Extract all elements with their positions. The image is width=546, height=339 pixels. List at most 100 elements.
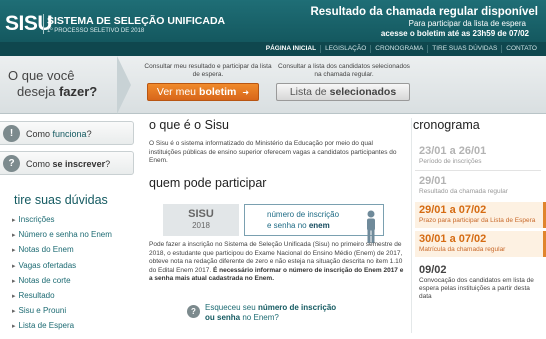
nav-legislation[interactable]: LEGISLAÇÃO [320, 45, 370, 53]
inscricao-line-2-text: e senha no [267, 221, 307, 230]
bullet-icon: ▸ [12, 262, 16, 270]
faq-item-inscricoes[interactable]: ▸ Inscrições [12, 212, 112, 227]
como-funciona-button[interactable]: ! Como funciona? [0, 121, 134, 145]
schedule-desc: Resultado da chamada regular [419, 188, 508, 195]
schedule-item-active: 29/01 a 07/02 Prazo para participar da L… [415, 202, 546, 228]
system-name: SISTEMA DE SELEÇÃO UNIFICADA [47, 15, 226, 27]
sisu-box-label: SISU [188, 208, 214, 220]
schedule-item: 23/01 a 26/01 Período de inscrições [415, 143, 546, 168]
inscricao-senha-box: número de inscrição e senha no enem [244, 204, 384, 236]
selecionados-description: Consultar a lista dos candidatos selecio… [278, 63, 410, 78]
faq-item-label: Notas de corte [18, 275, 71, 285]
faq-item-lista-espera[interactable]: ▸ Lista de Espera [12, 318, 112, 333]
lista-selecionados-bold: selecionados [329, 86, 397, 98]
como-se-inscrever-bold: se inscrever [52, 159, 106, 169]
inscricao-line-1: número de inscrição [267, 210, 340, 219]
who-can-participate-heading: quem pode participar [149, 176, 267, 190]
logo-divider [43, 14, 44, 34]
main-nav: PÁGINA INICIAL LEGISLAÇÃO CRONOGRAMA TIR… [0, 42, 546, 56]
ver-boletim-label: Ver meu [156, 86, 197, 98]
schedule-heading: cronograma [413, 118, 480, 132]
bullet-icon: ▸ [12, 247, 16, 255]
nav-home[interactable]: PÁGINA INICIAL [262, 45, 320, 53]
faq-item-numero-senha[interactable]: ▸ Número e senha no Enem [12, 227, 112, 242]
banner-question-line-1: O que você [8, 68, 75, 83]
faq-item-resultado[interactable]: ▸ Resultado [12, 288, 112, 303]
banner-q2-bold: fazer? [58, 84, 98, 99]
action-banner: O que você deseja fazer? Consultar meu r… [0, 56, 546, 114]
inscricao-line-2-bold: enem [308, 221, 330, 230]
forgot-line-2-text: no Enem? [242, 313, 279, 322]
faq-item-label: Vagas ofertadas [18, 260, 77, 270]
faq-item-label: Número e senha no Enem [18, 230, 112, 240]
sisu-box-year: 2018 [192, 221, 210, 230]
como-funciona-bold: funciona [52, 129, 87, 139]
faq-item-sisu-prouni[interactable]: ▸ Sisu e Prouni [12, 303, 112, 318]
lista-selecionados-button[interactable]: Lista de selecionados [276, 83, 410, 101]
schedule-divider [415, 170, 541, 171]
forgot-line-2: ou senha no Enem? [205, 313, 279, 322]
nav-schedule[interactable]: CRONOGRAMA [370, 45, 427, 53]
banner-q2-text: deseja [17, 84, 56, 99]
forgot-line-1-bold: número de inscrição [257, 303, 337, 312]
schedule-date: 29/01 a 07/02 [419, 204, 487, 216]
faq-item-label: Lista de Espera [18, 321, 75, 331]
schedule-desc: Período de inscrições [419, 158, 482, 165]
faq-item-label: Notas do Enem [18, 245, 74, 255]
lista-selecionados-label: Lista de [289, 86, 327, 98]
schedule-desc: Matrícula da chamada regular [419, 246, 506, 253]
faq-item-label: Resultado [18, 290, 55, 300]
nav-contact[interactable]: CONTATO [501, 45, 541, 53]
who-can-participate-text: Pode fazer a inscrição no Sistema de Sel… [149, 241, 404, 284]
bullet-icon: ▸ [12, 323, 16, 331]
faq-item-label: Inscrições [18, 215, 55, 224]
announcement-line-1: Para participar da lista de espera [408, 19, 526, 28]
schedule-date: 30/01 a 07/02 [419, 233, 487, 245]
como-funciona-pre: Como [26, 129, 51, 139]
como-se-inscrever-pre: Como [26, 159, 51, 169]
chevron-right-icon: ➜ [242, 87, 250, 97]
bullet-icon: ▸ [12, 292, 16, 300]
faq-title: tire suas dúvidas [14, 193, 108, 207]
faq-list: ▸ Inscrições ▸ Número e senha no Enem ▸ Not… [12, 212, 112, 334]
schedule-item: 09/02 Convocação dos candidatos em lista… [415, 262, 546, 304]
como-se-inscrever-button[interactable]: ? Como se inscrever? [0, 151, 134, 175]
ver-boletim-bold: boletim [199, 86, 237, 98]
forgot-line-1: Esqueceu seu número de inscrição [205, 303, 336, 312]
faq-item-notas-corte[interactable]: ▸ Notas de corte [12, 273, 112, 288]
person-icon [367, 210, 375, 243]
schedule-desc: Convocação dos candidatos em lista de es… [419, 277, 534, 300]
question-icon: ? [187, 305, 200, 318]
bullet-icon: ▸ [12, 308, 16, 316]
announcement-title: Resultado da chamada regular disponível [310, 6, 538, 18]
announcement-line-2: acesse o boletim até as 23h59 de 07/02 [380, 29, 529, 38]
banner-question-line-2: deseja fazer? [17, 84, 97, 99]
como-se-inscrever-post: ? [105, 159, 111, 169]
faq-item-notas-enem[interactable]: ▸ Notas do Enem [12, 242, 112, 257]
what-is-sisu-text: O Sisu é o sistema informatizado do Mini… [149, 140, 397, 164]
como-funciona-label: Como funciona? [26, 129, 92, 139]
site-header: SISU SISTEMA DE SELEÇÃO UNIFICADA 1º PRO… [0, 0, 546, 42]
bullet-icon: ▸ [12, 277, 16, 285]
sisu-logo[interactable]: SISU [5, 12, 53, 36]
schedule-date: 23/01 a 26/01 [419, 145, 487, 157]
forgot-line-2-bold: ou senha [205, 313, 241, 322]
faq-item-vagas[interactable]: ▸ Vagas ofertadas [12, 258, 112, 273]
forgot-line-1-text: Esqueceu seu [205, 303, 256, 312]
bullet-icon: ▸ [12, 217, 16, 224]
ver-boletim-button[interactable]: Ver meu boletim ➜ [147, 83, 259, 101]
inscricao-line-2: e senha no enem [267, 221, 330, 230]
bullet-icon: ▸ [12, 232, 16, 240]
column-divider [411, 118, 412, 333]
banner-arrow [117, 56, 133, 114]
sisu-2018-box: SISU 2018 [163, 204, 239, 236]
system-subtitle: 1º PROCESSO SELETIVO DE 2018 [47, 28, 145, 34]
faq-item-label: Sisu e Prouni [18, 306, 67, 316]
what-is-sisu-heading: o que é o Sisu [149, 118, 229, 132]
schedule-item-active: 30/01 a 07/02 Matrícula da chamada regul… [415, 231, 546, 257]
nav-faq[interactable]: TIRE SUAS DÚVIDAS [427, 45, 501, 53]
boletim-description: Consultar meu resultado e participar da … [144, 63, 272, 78]
schedule-item: 29/01 Resultado da chamada regular [415, 173, 546, 198]
schedule-date: 09/02 [419, 264, 447, 276]
como-funciona-post: ? [86, 129, 92, 139]
